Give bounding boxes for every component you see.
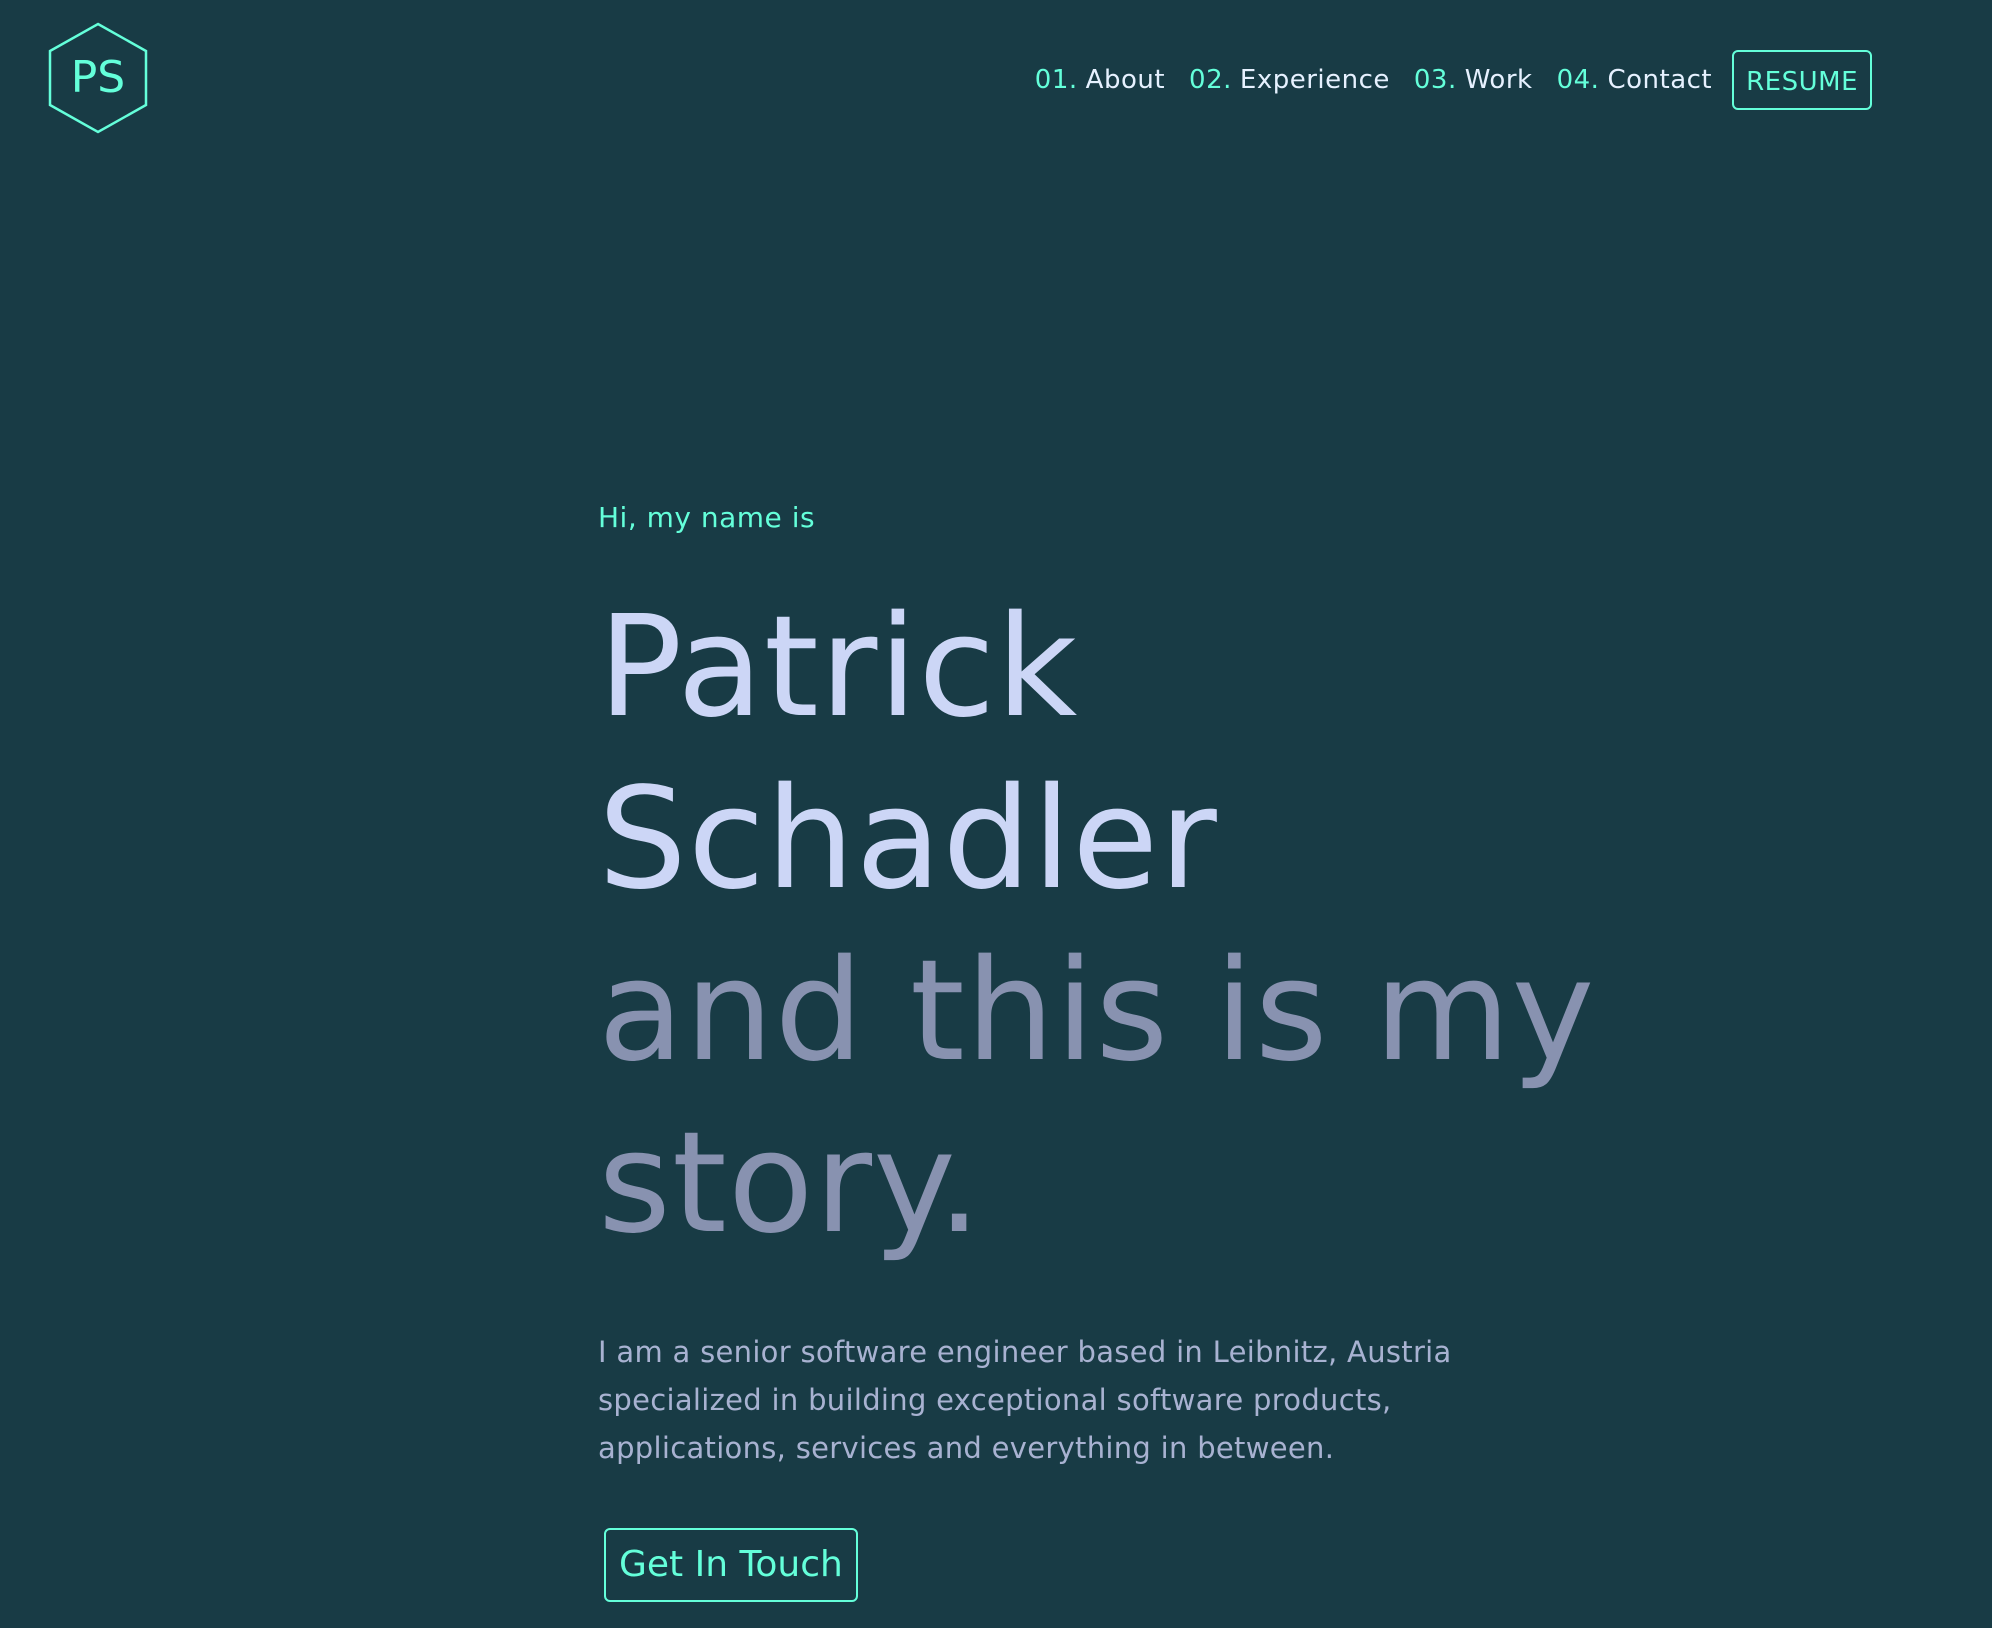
resume-button[interactable]: RESUME: [1732, 50, 1872, 110]
nav-item-experience[interactable]: 02. Experience: [1189, 65, 1390, 95]
hexagon-logo-icon: PS: [48, 22, 148, 134]
nav-item-label: Work: [1464, 65, 1533, 95]
portfolio-page: PS 01. About 02. Experience 03. Work 04. Con…: [0, 0, 1992, 1628]
nav-item-number: 01.: [1034, 65, 1078, 95]
hero-bio: I am a senior software engineer based in…: [598, 1328, 1498, 1472]
hero-bio-line: specialized in building exceptional soft…: [598, 1383, 1392, 1417]
nav-item-label: Contact: [1607, 65, 1713, 95]
hero-section: Hi, my name is Patrick Schadler and this…: [598, 496, 1596, 1602]
nav-item-number: 02.: [1189, 65, 1232, 95]
hero-headline: Patrick Schadler and this is my story.: [598, 582, 1596, 1270]
nav-item-about[interactable]: 01. About: [1035, 65, 1165, 95]
hero-name-first: Patrick: [598, 586, 1079, 749]
nav-item-number: 03.: [1413, 65, 1457, 95]
logo-text: PS: [71, 52, 125, 103]
hexagon-logo[interactable]: PS: [47, 22, 149, 134]
get-in-touch-button[interactable]: Get In Touch: [604, 1528, 858, 1602]
hero-tagline-line-1: and this is my: [598, 930, 1596, 1093]
hero-bio-line: I am a senior software engineer based in…: [598, 1335, 1452, 1369]
hero-intro: Hi, my name is: [598, 501, 816, 534]
nav-item-contact[interactable]: 04. Contact: [1557, 65, 1713, 95]
nav-item-label: Experience: [1239, 65, 1390, 95]
hero-name-last: Schadler: [598, 758, 1218, 921]
nav-item-number: 04.: [1556, 65, 1600, 95]
hero-tagline-line-2: story.: [598, 1102, 983, 1265]
nav-item-work[interactable]: 03. Work: [1414, 65, 1533, 95]
nav-item-label: About: [1085, 65, 1166, 95]
hero-bio-line: applications, services and everything in…: [598, 1431, 1335, 1465]
main-nav: 01. About 02. Experience 03. Work 04. Contac…: [1035, 48, 1872, 112]
